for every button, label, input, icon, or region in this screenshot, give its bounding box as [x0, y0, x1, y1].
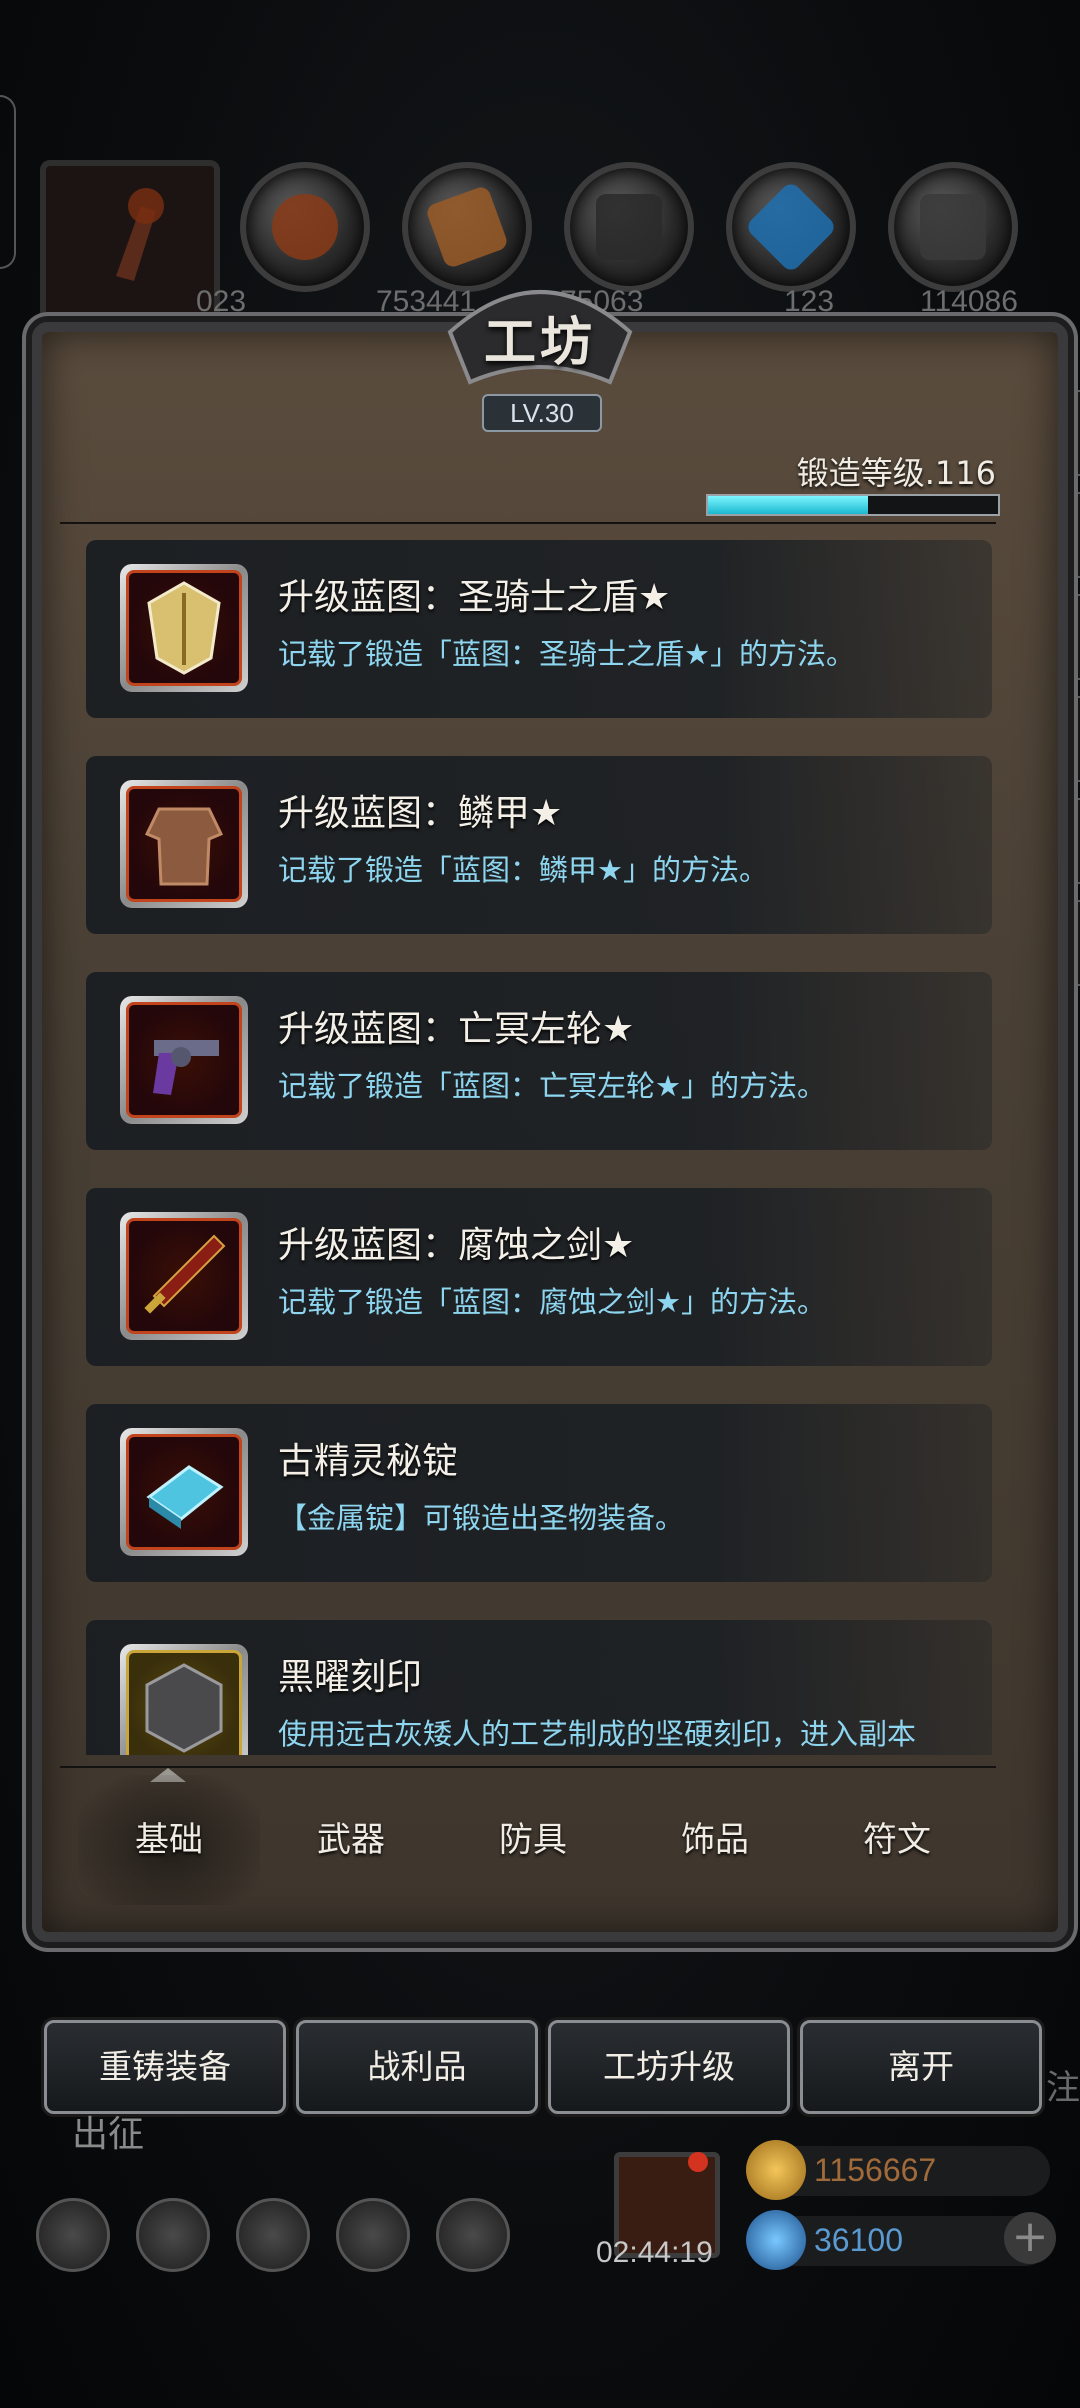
item-name: 古精灵秘锭 — [278, 1441, 459, 1482]
forge-progress-bar — [706, 494, 1000, 516]
notification-dot — [688, 2152, 708, 2172]
gold-counter: 1156667 — [746, 2140, 1050, 2200]
wood-icon — [424, 184, 510, 270]
leave-button[interactable]: 离开 — [800, 2020, 1042, 2114]
list-item[interactable]: 黑曜刻印 使用远古灰矮人的工艺制成的坚硬刻印，进入副本「灰岩圣窟」的钥匙 — [86, 1620, 992, 1755]
cube-icon[interactable] — [436, 2198, 510, 2272]
forge-progress-fill — [708, 496, 868, 514]
item-name: 升级蓝图：亡冥左轮★ — [278, 1009, 635, 1050]
settings-icon[interactable] — [36, 2198, 110, 2272]
item-description: 记载了锻造「蓝图：鳞甲★」的方法。 — [278, 853, 768, 887]
item-description: 记载了锻造「蓝图：圣骑士之盾★」的方法。 — [278, 637, 855, 671]
forge-level-label: 锻造等级.116 — [796, 454, 996, 492]
item-name: 黑曜刻印 — [278, 1657, 423, 1698]
item-description: 【金属锭】可锻造出圣物装备。 — [278, 1501, 685, 1535]
workshop-level-badge: LV.30 — [482, 394, 602, 432]
tab-armor[interactable]: 防具 — [442, 1775, 624, 1905]
loot-button[interactable]: 战利品 — [296, 2020, 538, 2114]
list-item[interactable]: 升级蓝图：圣骑士之盾★ 记载了锻造「蓝图：圣骑士之盾★」的方法。 — [86, 540, 992, 718]
item-description: 记载了锻造「蓝图：亡冥左轮★」的方法。 — [278, 1069, 826, 1103]
gold-icon — [746, 2140, 806, 2200]
list-item[interactable]: 古精灵秘锭 【金属锭】可锻造出圣物装备。 — [86, 1404, 992, 1582]
item-icon-frame — [120, 1212, 248, 1340]
resource-slot-ore[interactable] — [240, 162, 370, 292]
tab-weapons[interactable]: 武器 — [260, 1775, 442, 1905]
item-icon-frame — [120, 1644, 248, 1755]
category-tabs: 基础 武器 防具 饰品 符文 — [78, 1775, 988, 1905]
iron-icon — [596, 194, 662, 260]
blueprint-list[interactable]: 升级蓝图：圣骑士之盾★ 记载了锻造「蓝图：圣骑士之盾★」的方法。 升级蓝图：鳞甲… — [86, 540, 992, 1755]
item-name: 升级蓝图：鳞甲★ — [278, 793, 563, 834]
add-currency-button[interactable]: + — [1004, 2212, 1056, 2264]
scale-armor-icon — [144, 807, 224, 886]
tab-runes[interactable]: 符文 — [806, 1775, 988, 1905]
holy-knight-shield-icon — [147, 581, 221, 675]
crystal-icon — [744, 180, 838, 274]
corrosion-sword-icon — [144, 1234, 226, 1314]
reforge-equipment-button[interactable]: 重铸装备 — [44, 2020, 286, 2114]
gem-value: 36100 — [814, 2222, 903, 2258]
castle-icon[interactable] — [236, 2198, 310, 2272]
item-description: 使用远古灰矮人的工艺制成的坚硬刻印，进入副本「灰岩圣窟」的钥匙 — [278, 1717, 917, 1751]
resource-slot-steel[interactable] — [888, 162, 1018, 292]
list-item[interactable]: 升级蓝图：鳞甲★ 记载了锻造「蓝图：鳞甲★」的方法。 — [86, 756, 992, 934]
item-icon-frame — [120, 564, 248, 692]
workshop-upgrade-button[interactable]: 工坊升级 — [548, 2020, 790, 2114]
steel-icon — [920, 194, 986, 260]
mail-icon[interactable] — [336, 2198, 410, 2272]
elf-ingot-icon — [146, 1465, 224, 1529]
revolver-icon — [153, 1040, 219, 1095]
tab-basic[interactable]: 基础 — [78, 1775, 260, 1905]
list-item[interactable]: 升级蓝图：腐蚀之剑★ 记载了锻造「蓝图：腐蚀之剑★」的方法。 — [86, 1188, 992, 1366]
dialog-title: 工坊 — [483, 312, 596, 373]
sortie-label[interactable]: 出征 — [72, 2105, 144, 2157]
tab-accessories[interactable]: 饰品 — [624, 1775, 806, 1905]
resource-slot-crystal[interactable] — [726, 162, 856, 292]
item-icon-frame — [120, 780, 248, 908]
list-item[interactable]: 升级蓝图：亡冥左轮★ 记载了锻造「蓝图：亡冥左轮★」的方法。 — [86, 972, 992, 1150]
item-icon-frame — [120, 996, 248, 1124]
torch-icon — [116, 188, 164, 281]
edge-label: 注 — [1046, 2068, 1080, 2108]
ore-icon — [272, 194, 338, 260]
gem-icon — [746, 2210, 806, 2270]
item-name: 升级蓝图：圣骑士之盾★ — [278, 577, 671, 618]
obsidian-seal-icon — [145, 1663, 223, 1753]
divider — [60, 1766, 996, 1768]
star-icon[interactable] — [136, 2198, 210, 2272]
item-description: 记载了锻造「蓝图：腐蚀之剑★」的方法。 — [278, 1285, 826, 1319]
divider — [60, 522, 996, 524]
item-name: 升级蓝图：腐蚀之剑★ — [278, 1225, 635, 1266]
gold-value: 1156667 — [814, 2152, 937, 2188]
item-icon-frame — [120, 1428, 248, 1556]
gift-timer: 02:44:19 — [596, 2236, 713, 2269]
